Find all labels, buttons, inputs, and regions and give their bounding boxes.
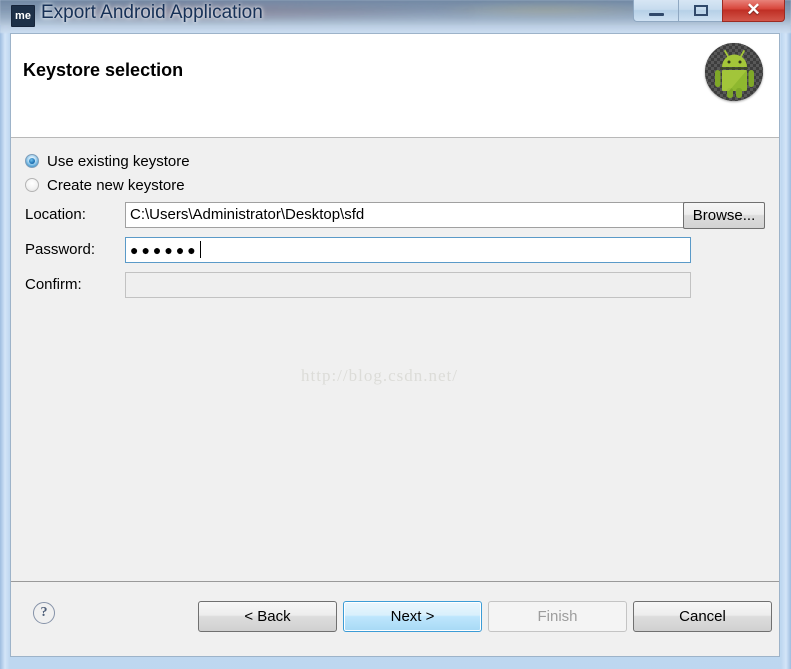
cancel-button[interactable]: Cancel: [633, 601, 772, 632]
close-button[interactable]: ✕: [722, 0, 785, 22]
wizard-footer: ? < Back Next > Finish Cancel: [11, 581, 779, 656]
radio-unselected-icon: [25, 178, 39, 192]
location-label: Location:: [25, 206, 86, 223]
window-border-left: [0, 25, 10, 669]
radio-create-new-keystore-label: Create new keystore: [47, 176, 185, 194]
minimize-button[interactable]: [633, 0, 678, 22]
help-icon[interactable]: ?: [33, 602, 55, 624]
page-title: Keystore selection: [23, 60, 184, 80]
app-icon[interactable]: me: [11, 5, 35, 27]
window-border-right: [781, 25, 791, 669]
confirm-input[interactable]: [125, 272, 691, 298]
radio-create-new-keystore[interactable]: Create new keystore: [25, 174, 185, 196]
wizard-header: Keystore selection: [11, 34, 779, 138]
window-title: Export Android Application: [41, 2, 263, 23]
text-caret: [199, 241, 201, 258]
wizard-body: Use existing keystore Create new keystor…: [11, 138, 779, 581]
wizard-dialog: Keystore selection Use existing keystore…: [10, 33, 780, 657]
close-icon: ✕: [746, 0, 761, 19]
password-input[interactable]: ●●●●●●: [125, 237, 691, 263]
maximize-icon: [694, 5, 708, 16]
android-robot-icon: [705, 43, 763, 101]
back-button[interactable]: < Back: [198, 601, 337, 632]
maximize-button[interactable]: [678, 0, 723, 22]
radio-use-existing-keystore-label: Use existing keystore: [47, 152, 190, 170]
next-button[interactable]: Next >: [343, 601, 482, 632]
password-masked-value: ●●●●●●: [130, 242, 199, 258]
confirm-label: Confirm:: [25, 276, 82, 293]
minimize-icon: [649, 13, 664, 16]
titlebar[interactable]: me Export Android Application ✕: [0, 0, 791, 33]
browse-button[interactable]: Browse...: [683, 202, 765, 229]
finish-button: Finish: [488, 601, 627, 632]
window-controls: ✕: [633, 0, 785, 25]
application-window: me Export Android Application ✕ Keystore…: [0, 0, 791, 669]
radio-use-existing-keystore[interactable]: Use existing keystore: [25, 150, 190, 172]
radio-selected-icon: [25, 154, 39, 168]
password-label: Password:: [25, 241, 96, 258]
location-input[interactable]: C:\Users\Administrator\Desktop\sfd: [125, 202, 691, 228]
watermark-text: http://blog.csdn.net/: [301, 366, 458, 385]
